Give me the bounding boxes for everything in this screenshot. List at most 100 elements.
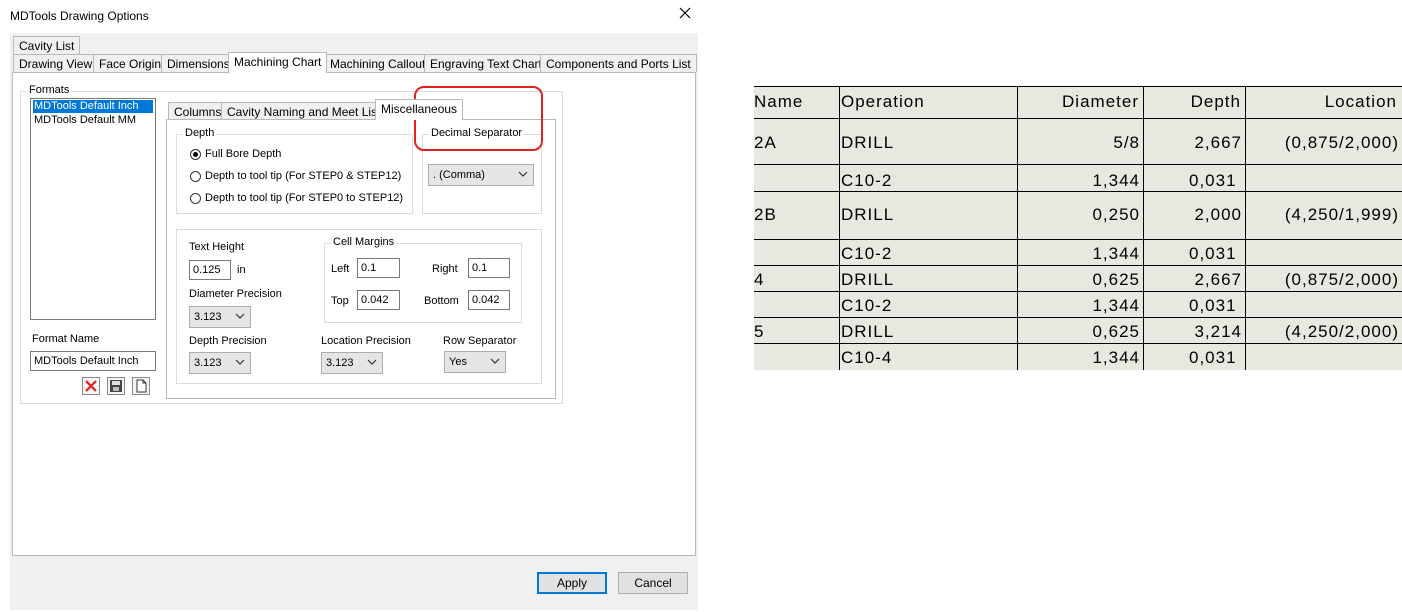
- depth-option-label: Full Bore Depth: [205, 148, 282, 160]
- save-icon: [110, 380, 122, 392]
- machining-chart-table: Name Operation Diameter Depth Location 2…: [754, 86, 1402, 370]
- depth-full-bore-radio[interactable]: Full Bore Depth: [190, 148, 281, 160]
- margin-right-label: Right: [432, 263, 458, 275]
- text-height-input[interactable]: 0.125: [189, 260, 231, 280]
- cell-location: (0,875/2,000): [1284, 270, 1399, 289]
- format-name-input[interactable]: MDTools Default Inch: [30, 351, 156, 371]
- radio-indicator: [190, 192, 201, 204]
- diameter-precision-select[interactable]: 3.123: [189, 306, 251, 328]
- cancel-button[interactable]: Cancel: [618, 572, 688, 594]
- cell-operation: C10-2: [841, 244, 893, 263]
- row-separator-select[interactable]: Yes: [444, 351, 506, 373]
- cell-operation: C10-2: [841, 171, 893, 190]
- header-diameter: Diameter: [1062, 92, 1139, 111]
- tab-drawing-view[interactable]: Drawing View: [13, 54, 99, 72]
- diameter-precision-label: Diameter Precision: [189, 288, 282, 300]
- tab-machining-chart[interactable]: Machining Chart: [228, 52, 328, 73]
- format-name-label: Format Name: [32, 333, 100, 345]
- decimal-separator-select[interactable]: . (Comma): [428, 164, 534, 186]
- dialog-title: MDTools Drawing Options: [10, 9, 149, 23]
- margin-left-input[interactable]: 0.1: [357, 258, 400, 278]
- cell-diameter: 1,344: [1092, 244, 1140, 263]
- tab-machining-callout[interactable]: Machining Callout: [324, 54, 432, 72]
- cell-depth: 0,031: [1189, 171, 1237, 190]
- cell-name: 4: [754, 270, 765, 289]
- column-divider: [1017, 86, 1018, 370]
- subtab-columns[interactable]: Columns: [168, 102, 228, 120]
- row-divider: [754, 164, 1402, 165]
- depth-tool-tip-range-radio[interactable]: Depth to tool tip (For STEP0 to STEP12): [190, 192, 403, 204]
- cell-location: (4,250/1,999): [1284, 205, 1399, 224]
- row-divider: [754, 239, 1402, 240]
- delete-icon: [85, 380, 97, 392]
- cell-depth: 2,667: [1194, 133, 1242, 152]
- depth-tool-tip-step12-radio[interactable]: Depth to tool tip (For STEP0 & STEP12): [190, 170, 401, 182]
- cell-diameter: 5/8: [1113, 133, 1140, 152]
- cell-diameter: 1,344: [1092, 171, 1140, 190]
- row-divider: [754, 265, 1402, 266]
- margin-bottom-label: Bottom: [424, 295, 459, 307]
- new-document-icon: [136, 379, 147, 393]
- cell-name: 2A: [754, 133, 777, 152]
- chevron-down-icon: [367, 359, 377, 365]
- subtab-cavity-naming[interactable]: Cavity Naming and Meet List: [221, 102, 387, 120]
- column-divider: [1143, 86, 1144, 370]
- cell-location: (4,250/2,000): [1284, 322, 1399, 341]
- radio-selected-indicator: [190, 148, 201, 160]
- depth-precision-label: Depth Precision: [189, 335, 267, 347]
- decimal-separator-value: . (Comma): [433, 169, 485, 181]
- chevron-down-icon: [235, 313, 245, 319]
- close-icon[interactable]: [677, 5, 693, 21]
- chevron-down-icon: [490, 358, 500, 364]
- cell-depth: 0,031: [1189, 296, 1237, 315]
- margin-top-label: Top: [331, 295, 349, 307]
- cell-depth: 0,031: [1189, 348, 1237, 367]
- cell-name: 5: [754, 322, 765, 341]
- cell-location: (0,875/2,000): [1284, 133, 1399, 152]
- format-item-inch[interactable]: MDTools Default Inch: [33, 100, 153, 113]
- cell-operation: DRILL: [841, 205, 895, 224]
- format-item-mm[interactable]: MDTools Default MM: [31, 114, 155, 127]
- tab-engraving-text-chart[interactable]: Engraving Text Chart: [424, 54, 548, 72]
- row-divider: [754, 317, 1402, 318]
- margin-left-label: Left: [331, 263, 350, 275]
- cell-operation: DRILL: [841, 270, 895, 289]
- depth-precision-select[interactable]: 3.123: [189, 352, 251, 374]
- diameter-precision-value: 3.123: [194, 311, 222, 323]
- apply-button[interactable]: Apply: [537, 572, 607, 594]
- cell-depth: 0,031: [1189, 244, 1237, 263]
- save-format-button[interactable]: [107, 377, 125, 395]
- chevron-down-icon: [518, 171, 528, 177]
- subtab-miscellaneous[interactable]: Miscellaneous: [375, 99, 464, 120]
- row-separator-value: Yes: [449, 356, 467, 368]
- location-precision-label: Location Precision: [321, 335, 411, 347]
- row-divider: [754, 343, 1402, 344]
- drawing-options-dialog: MDTools Drawing Options Cavity List Draw…: [0, 0, 700, 612]
- delete-format-button[interactable]: [82, 377, 100, 395]
- tab-cavity-list[interactable]: Cavity List: [13, 36, 81, 54]
- tab-face-origin[interactable]: Face Origin: [93, 54, 168, 72]
- header-location: Location: [1324, 92, 1397, 111]
- cell-margins-group: Cell Margins: [324, 236, 522, 323]
- margin-bottom-input[interactable]: 0.042: [468, 290, 510, 310]
- margin-right-input[interactable]: 0.1: [468, 258, 510, 278]
- formats-listbox[interactable]: MDTools Default Inch MDTools Default MM: [30, 98, 156, 320]
- cell-operation: DRILL: [841, 322, 895, 341]
- margin-top-input[interactable]: 0.042: [357, 290, 400, 310]
- cell-diameter: 0,625: [1092, 322, 1140, 341]
- tab-dimensions[interactable]: Dimensions: [161, 54, 236, 72]
- cell-operation: DRILL: [841, 133, 895, 152]
- header-operation: Operation: [841, 92, 925, 111]
- cell-diameter: 0,625: [1092, 270, 1140, 289]
- location-precision-select[interactable]: 3.123: [321, 352, 383, 374]
- cell-operation: C10-4: [841, 348, 893, 367]
- row-divider: [754, 86, 1402, 87]
- cell-depth: 2,000: [1194, 205, 1242, 224]
- new-format-button[interactable]: [132, 377, 150, 395]
- header-name: Name: [754, 92, 804, 111]
- text-height-unit: in: [237, 264, 246, 276]
- tab-components-and-ports-list[interactable]: Components and Ports List: [540, 54, 697, 72]
- row-divider: [754, 118, 1402, 119]
- cell-depth: 2,667: [1194, 270, 1242, 289]
- cell-diameter: 0,250: [1092, 205, 1140, 224]
